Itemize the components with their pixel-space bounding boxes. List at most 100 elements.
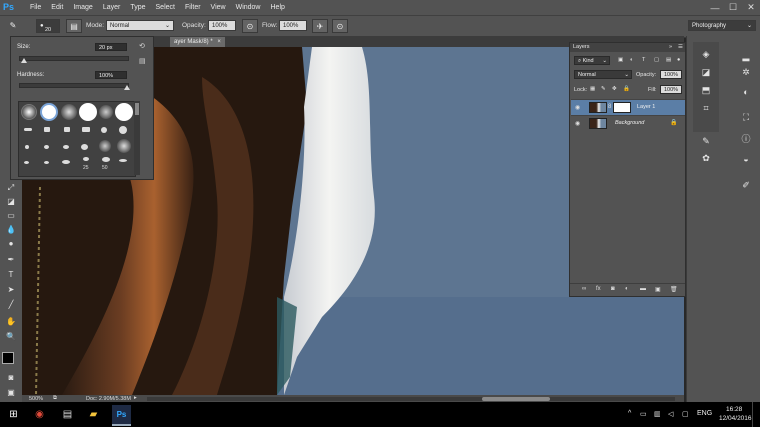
pressure-size-icon[interactable]: ⊙ — [332, 19, 348, 33]
brush-tip-row4[interactable] — [44, 161, 49, 164]
brush-tip-row3[interactable] — [81, 144, 88, 150]
notes-icon[interactable]: ✐ — [739, 179, 753, 191]
brush-tip-row4[interactable] — [102, 157, 110, 162]
brush-tip-row4[interactable] — [119, 159, 127, 162]
info-panel-icon[interactable]: ⓘ — [739, 133, 753, 145]
clock-date[interactable]: 12/04/2016 — [719, 415, 752, 422]
filter-adjustment-icon[interactable]: ◐ — [630, 57, 633, 63]
brush-tip-row3[interactable] — [44, 145, 49, 149]
dodge-icon[interactable]: ● — [3, 238, 19, 250]
lock-transparent-icon[interactable]: ▦ — [590, 86, 595, 92]
brush-panel-icon[interactable]: ✎ — [699, 135, 713, 147]
photoshop-taskbar-icon[interactable]: Ps — [112, 405, 131, 426]
blend-mode-select[interactable]: Normal ⌄ — [574, 70, 632, 79]
menu-type[interactable]: Type — [130, 4, 145, 11]
histogram-icon[interactable]: ▂ — [739, 50, 753, 62]
navigator-icon[interactable]: ✲ — [739, 66, 753, 78]
layer-name[interactable]: Layer 1 — [637, 104, 655, 110]
brush-tip-hard-round-3[interactable] — [115, 103, 133, 121]
brush-tip-hard-round-selected[interactable] — [40, 103, 58, 121]
layer-style-icon[interactable]: fx — [596, 286, 601, 292]
brush-grid-scrollbar[interactable] — [134, 101, 140, 175]
blur-icon[interactable]: 💧 — [3, 224, 19, 236]
brush-tip-row4[interactable] — [24, 161, 29, 164]
battery-icon[interactable]: ▭ — [640, 410, 647, 418]
brush-tip-row3[interactable] — [25, 145, 29, 149]
file-explorer-icon[interactable]: ▰ — [84, 405, 103, 424]
minimize-button[interactable]: — — [706, 3, 724, 13]
lock-position-icon[interactable]: ✥ — [612, 86, 617, 92]
flip-icon[interactable]: ⟲ — [139, 42, 145, 50]
close-tab-icon[interactable]: × — [217, 39, 221, 45]
workspace-select[interactable]: Photography ⌄ — [688, 20, 756, 31]
brush-tip-row2[interactable] — [64, 127, 70, 132]
visibility-eye-icon[interactable]: ◉ — [575, 120, 580, 127]
fill-field[interactable]: 100% — [660, 85, 682, 94]
line-icon[interactable]: ╱ — [3, 299, 19, 311]
paths-panel-icon[interactable]: ⌗ — [699, 102, 713, 114]
brush-tip-row2[interactable] — [101, 127, 107, 133]
hardness-field[interactable]: 100% — [95, 71, 127, 79]
adjustments-icon[interactable]: ◒ — [739, 153, 753, 165]
document-app-icon[interactable]: ▤ — [58, 405, 77, 424]
layer-opacity-field[interactable]: 100% — [660, 70, 682, 79]
layers-panel-icon[interactable]: ◈ — [699, 48, 713, 60]
styles-panel-icon[interactable]: ⬒ — [699, 84, 713, 96]
brush-tip-row4[interactable] — [83, 157, 89, 161]
horizontal-scrollbar[interactable] — [147, 397, 675, 401]
brush-tip-row2[interactable] — [24, 128, 32, 131]
brush-tip-row2[interactable] — [119, 126, 127, 134]
filter-type-icon[interactable]: T — [642, 57, 645, 63]
new-group-icon[interactable]: ▬ — [640, 286, 646, 292]
adjustments-panel-icon[interactable]: ◪ — [699, 66, 713, 78]
menu-layer[interactable]: Layer — [103, 4, 121, 11]
menu-window[interactable]: Window — [236, 4, 261, 11]
eraser-icon[interactable]: ◪ — [3, 196, 19, 208]
hardness-slider-thumb[interactable] — [124, 85, 130, 90]
menu-file[interactable]: File — [30, 4, 41, 11]
collapse-icon[interactable]: » — [669, 44, 672, 50]
opacity-field[interactable]: 100% — [208, 20, 236, 31]
menu-image[interactable]: Image — [73, 4, 92, 11]
brush-tip-row3[interactable] — [63, 145, 69, 149]
brush-preset-picker[interactable]: ● 20 — [36, 19, 60, 33]
show-desktop-button[interactable] — [752, 402, 760, 427]
layer-name[interactable]: Background — [615, 120, 644, 126]
panel-menu-icon[interactable]: ☰ — [678, 44, 683, 50]
layer-row-background[interactable]: ◉ Background 🔒 — [571, 115, 685, 131]
clone-source-icon[interactable]: ✿ — [699, 152, 713, 164]
type-icon[interactable]: T — [3, 269, 19, 281]
hardness-slider[interactable] — [19, 83, 129, 88]
scrollbar-thumb[interactable] — [135, 103, 139, 115]
tray-up-arrow-icon[interactable]: ^ — [628, 410, 631, 417]
airbrush-icon[interactable]: ✈ — [312, 19, 328, 33]
visibility-eye-icon[interactable]: ◉ — [575, 104, 580, 111]
layers-tab[interactable]: Layers — [573, 44, 590, 50]
mode-select[interactable]: Normal ⌄ — [106, 20, 174, 31]
network-icon[interactable]: ▥ — [654, 410, 661, 418]
brush-tip-soft-round-2[interactable] — [61, 104, 77, 120]
history-brush-icon[interactable]: ⤢ — [3, 182, 19, 194]
quick-mask-icon[interactable]: ◙ — [3, 372, 19, 384]
status-menu-arrow-icon[interactable]: ▸ — [134, 395, 137, 401]
size-slider[interactable] — [19, 56, 129, 61]
zoom-icon[interactable]: 🔍 — [3, 331, 19, 343]
brush-tip-hard-round-2[interactable] — [79, 103, 97, 121]
filter-toggle-icon[interactable]: ● — [677, 57, 680, 63]
foreground-color-swatch[interactable] — [2, 352, 14, 364]
size-field[interactable]: 20 px — [95, 43, 127, 51]
link-layers-icon[interactable]: ∞ — [582, 286, 586, 292]
chain-link-icon[interactable]: 8 — [608, 104, 611, 110]
menu-filter[interactable]: Filter — [185, 4, 201, 11]
close-button[interactable]: ✕ — [742, 2, 760, 13]
lock-pixels-icon[interactable]: ✎ — [601, 86, 606, 92]
filter-kind-select[interactable]: ⌕ Kind ⌄ — [574, 56, 610, 65]
menu-view[interactable]: View — [211, 4, 226, 11]
filter-smart-object-icon[interactable]: ▤ — [666, 57, 671, 63]
gradient-icon[interactable]: ▭ — [3, 210, 19, 222]
pressure-opacity-icon[interactable]: ⊙ — [242, 19, 258, 33]
lock-all-icon[interactable]: 🔒 — [623, 86, 630, 92]
volume-icon[interactable]: ◁ — [668, 410, 673, 418]
brush-tip-row4[interactable] — [62, 160, 70, 164]
brush-tip-row3[interactable] — [99, 140, 111, 152]
